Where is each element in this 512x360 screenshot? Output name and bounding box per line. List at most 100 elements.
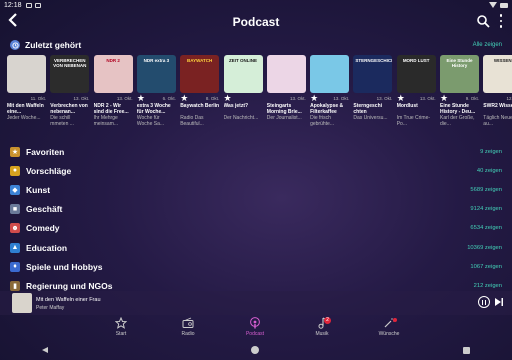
podcast-cover-text: ZEIT ONLINE: [229, 58, 257, 63]
category-label: Favoriten: [26, 146, 65, 157]
category-count-link[interactable]: 6534 zeigen: [470, 225, 502, 231]
wifi-icon: [489, 2, 497, 8]
category-row[interactable]: ■ Geschäft 9124 zeigen: [0, 200, 512, 219]
mini-player-title: Mit den Waffeln einer Frau: [36, 297, 101, 303]
category-label: Vorschläge: [26, 165, 72, 176]
card-meta: 13. Okt.: [353, 94, 393, 103]
episode-date: 13. Okt.: [419, 96, 436, 101]
mini-player-artist: Peter Maffay: [36, 305, 65, 311]
podcast-name: Baywatch Berlin: [180, 103, 220, 109]
system-navigation: [0, 341, 512, 360]
episode-date: 13. Okt.: [376, 96, 393, 101]
recent-podcast-card[interactable]: NDR 2 13. Okt. NDR 2 - Wir sind die Free..…: [93, 55, 133, 127]
recent-podcast-card[interactable]: ★ 13. Okt. Apokalypse & Filterkaffee Die fr…: [310, 55, 350, 127]
briefcase-icon: ■: [10, 204, 20, 215]
category-list: ★ Favoriten 9 zeigen ● Vorschläge 40 zeigen ◆ K…: [0, 142, 512, 296]
card-meta: 13. Okt.: [94, 94, 133, 103]
category-count-link[interactable]: 40 zeigen: [477, 168, 502, 174]
card-meta: ★ 13. Okt.: [397, 94, 436, 103]
podcast-name: Apokalypse & Filterkaffee: [310, 103, 344, 115]
podcast-cover-text: NDR 2: [106, 58, 120, 63]
category-count-link[interactable]: 9124 zeigen: [470, 206, 502, 212]
podcast-description: Die schill mmeten ...: [50, 115, 74, 127]
card-meta: ★: [224, 94, 263, 103]
search-icon[interactable]: [476, 14, 490, 28]
category-row[interactable]: ★ Favoriten 9 zeigen: [0, 142, 512, 161]
star-icon[interactable]: ★: [310, 94, 318, 103]
podcast-name: extra 3 Woche für Woche...: [136, 103, 171, 115]
podcast-cover: [310, 55, 350, 93]
recent-podcast-card[interactable]: MORD LUST ★ 13. Okt. Mordlust Im True Crime-…: [396, 55, 436, 127]
podcast-description: Im True Crime-Po...: [396, 115, 431, 127]
nav-item-start[interactable]: Start: [101, 317, 141, 337]
category-label: Kunst: [26, 184, 51, 195]
episode-date: 13. Okt.: [116, 96, 133, 101]
recent-title: Zuletzt gehört: [25, 40, 82, 50]
category-count-link[interactable]: 9 zeigen: [480, 149, 502, 155]
recent-podcast-card[interactable]: VERBRECHEN VON NEBENAN 13. Okt. Verbrechen…: [50, 55, 90, 127]
nav-item-podcast[interactable]: Podcast: [235, 317, 275, 337]
system-back-icon[interactable]: [42, 347, 48, 353]
star-icon[interactable]: ★: [180, 94, 188, 103]
nav-label: Wünsche: [378, 331, 400, 337]
episode-date: 13. Okt.: [73, 96, 90, 101]
podcast-cover: MORD LUST: [396, 55, 436, 93]
recent-podcast-card[interactable]: 11. Okt. Mit den Waffeln eine... Jeder Woc…: [7, 55, 46, 127]
recent-podcast-card[interactable]: STERNGESCHICHTEN 13. Okt. Sterngeschi chte…: [353, 55, 393, 127]
star-icon[interactable]: ★: [440, 94, 448, 103]
category-row[interactable]: ◆ Kunst 5689 zeigen: [0, 180, 512, 199]
bottom-nav: Start Radio Podcast 2 Musik Wünsche: [0, 315, 512, 341]
mini-player[interactable]: Mit den Waffeln einer Frau Peter Maffay: [0, 291, 512, 315]
notification-dot: [393, 318, 397, 322]
podcast-description: Der Journalist...: [266, 115, 302, 121]
nav-label: Musik: [315, 331, 329, 337]
more-options-button[interactable]: [498, 13, 504, 29]
podcast-description: Die frisch gebrühte...: [310, 115, 334, 127]
podcast-icon: [235, 317, 275, 329]
nav-item-musik[interactable]: 2 Musik: [302, 317, 342, 337]
recent-podcast-card[interactable]: BAYWATCH ★ 8. Okt. Baywatch Berlin Radio Das…: [180, 55, 220, 127]
games-icon: ♦: [10, 261, 20, 272]
category-count-link[interactable]: 212 zeigen: [474, 283, 502, 289]
podcast-description: Täglich Neues au...: [483, 115, 512, 127]
recent-carousel[interactable]: 11. Okt. Mit den Waffeln eine... Jeder Woc…: [7, 55, 512, 135]
recent-podcast-card[interactable]: WISSEN 12. Okt. SWR2 Wissen Täglich Neues a…: [483, 55, 512, 127]
star-icon[interactable]: ★: [397, 94, 405, 103]
category-label: Spiele und Hobbys: [26, 261, 103, 272]
star-outline-icon: [101, 317, 141, 329]
category-row[interactable]: ● Vorschläge 40 zeigen: [0, 161, 512, 180]
pause-button[interactable]: [478, 296, 490, 308]
status-time: 12:18: [4, 1, 22, 9]
category-row[interactable]: ♦ Spiele und Hobbys 1067 zeigen: [0, 257, 512, 276]
podcast-cover: ZEIT ONLINE: [223, 55, 263, 93]
history-icon: [10, 40, 20, 50]
card-meta: 11. Okt.: [7, 94, 46, 103]
show-all-link[interactable]: Alle zeigen: [473, 42, 502, 48]
recent-podcast-card[interactable]: 13. Okt. Steingarts Morning Brie... Der Jo…: [266, 55, 306, 127]
app-root: 12:18 Podcast Zuletzt gehört Alle zeigen…: [0, 0, 512, 360]
podcast-cover: [7, 55, 46, 93]
notification-badge: 2: [324, 317, 331, 324]
category-count-link[interactable]: 1067 zeigen: [470, 264, 502, 270]
recent-podcast-card[interactable]: NDR extra 3 ★ 6. Okt. extra 3 Woche für Woc…: [136, 55, 176, 127]
podcast-description: Woche für Woche Sa...: [136, 115, 165, 127]
system-home-icon[interactable]: [251, 346, 259, 354]
category-row[interactable]: ▲ Education 10369 zeigen: [0, 238, 512, 257]
notification-icon: [34, 2, 41, 8]
podcast-description: Karl der Große, die...: [440, 115, 475, 127]
podcast-name: SWR2 Wissen: [483, 103, 512, 109]
category-row[interactable]: ☻ Comedy 6534 zeigen: [0, 219, 512, 238]
nav-label: Radio: [181, 331, 195, 337]
star-icon[interactable]: ★: [137, 94, 145, 103]
category-count-link[interactable]: 5689 zeigen: [470, 187, 502, 193]
skip-next-icon[interactable]: [494, 297, 504, 307]
category-count-link[interactable]: 10369 zeigen: [467, 245, 502, 251]
notification-icons: [25, 2, 41, 8]
recent-podcast-card[interactable]: Eine Stunde History ★ 9. Okt. Eine Stunde H…: [440, 55, 479, 127]
system-recents-icon[interactable]: [463, 346, 470, 354]
recent-podcast-card[interactable]: ZEIT ONLINE ★ Was jetzt? Der Nachricht...: [223, 55, 263, 127]
bulb-icon: ●: [10, 165, 20, 176]
nav-item-wünsche[interactable]: Wünsche: [369, 317, 409, 337]
star-icon[interactable]: ★: [224, 94, 232, 103]
nav-item-radio[interactable]: Radio: [168, 317, 208, 337]
